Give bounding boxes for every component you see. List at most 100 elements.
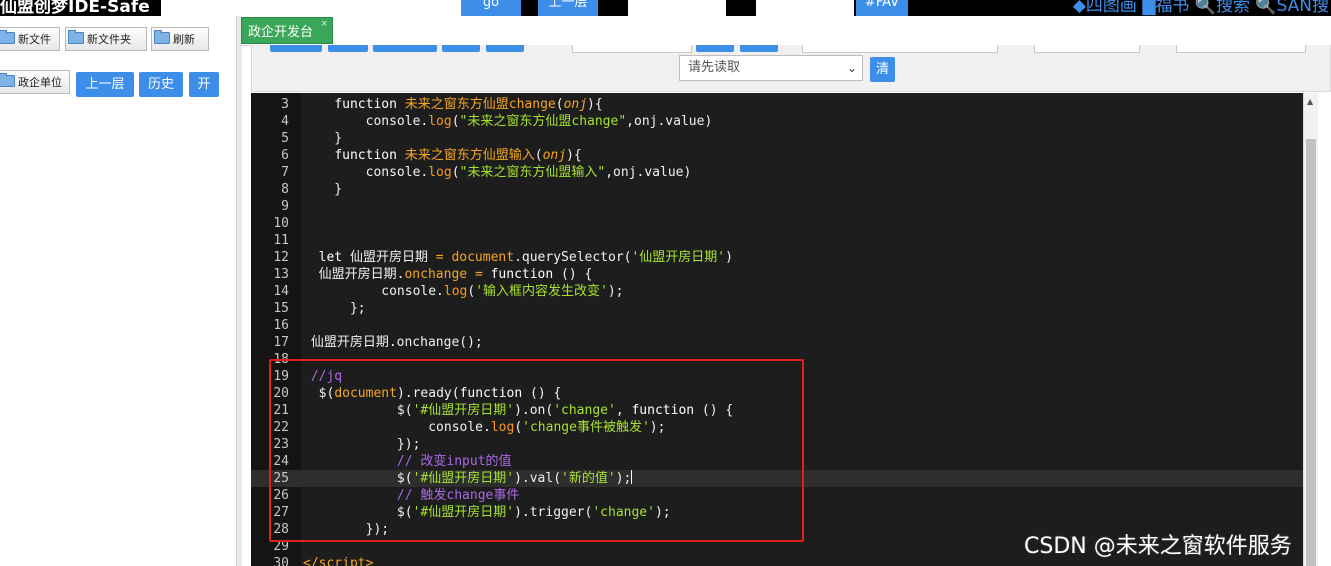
refresh-label: 刷新 <box>173 33 195 46</box>
code-line[interactable]: 11 <box>251 232 1303 249</box>
line-number: 6 <box>281 148 289 163</box>
code-text: function 未来之窗东方仙盟change(onj){ <box>334 97 603 112</box>
tab-enterprise-dev[interactable]: 政企开发台 × <box>241 17 333 44</box>
code-line[interactable]: 3 function 未来之窗东方仙盟change(onj){ <box>251 96 1303 113</box>
app-title: 仙盟创梦IDE-Safe <box>0 0 150 16</box>
line-number: 9 <box>281 199 289 214</box>
line-number: 17 <box>273 335 289 350</box>
tab-label: 政企开发台 <box>248 25 314 40</box>
code-text: console.log('输入框内容发生改变'); <box>303 284 624 299</box>
code-text: } <box>303 182 343 197</box>
up-label: 上一层 <box>548 0 588 10</box>
top-right-links[interactable]: ◆四图画 ▇福书 🔍搜索 🔍SAN搜 <box>1073 0 1329 16</box>
code-line[interactable]: 4 console.log("未来之窗东方仙盟change",onj.value… <box>251 113 1303 130</box>
top-input-3[interactable] <box>756 0 854 16</box>
open-button[interactable]: 开 <box>189 72 219 97</box>
code-line[interactable]: 17 仙盟开房日期.onchange(); <box>251 334 1303 351</box>
folder-icon <box>68 30 84 44</box>
toolbar-input-3[interactable] <box>1034 45 1140 53</box>
code-text: console.log("未来之窗东方仙盟输入",onj.value) <box>303 165 692 180</box>
folder-icon <box>0 30 15 44</box>
line-number: 12 <box>273 250 289 265</box>
top-bar: 仙盟创梦IDE-Safe go 上一层 #FAV ◆四图画 ▇福书 🔍搜索 🔍S… <box>0 0 1331 16</box>
code-line[interactable]: 6 function 未来之窗东方仙盟输入(onj){ <box>251 147 1303 164</box>
code-text: let 仙盟开房日期 = document.querySelector('仙盟开… <box>318 250 733 265</box>
code-text: } <box>303 131 343 146</box>
toolbar-button-4[interactable] <box>442 45 480 52</box>
code-line[interactable]: 7 console.log("未来之窗东方仙盟输入",onj.value) <box>251 164 1303 181</box>
toolbar-button-7[interactable] <box>740 45 778 52</box>
toolbar-button-2[interactable] <box>328 45 368 52</box>
close-icon[interactable]: × <box>320 10 328 39</box>
code-line[interactable]: 15 }; <box>251 300 1303 317</box>
line-number: 16 <box>273 318 289 333</box>
file-select-value: 请先读取 <box>688 60 741 75</box>
toolbar-button-3[interactable] <box>373 45 437 52</box>
tab-strip <box>241 16 1331 46</box>
folder-icon <box>154 30 170 44</box>
go-label: go <box>482 0 500 10</box>
line-number: 8 <box>281 182 289 197</box>
go-button[interactable]: go <box>461 0 521 16</box>
code-line[interactable]: 5 } <box>251 130 1303 147</box>
code-line[interactable]: 9 <box>251 198 1303 215</box>
toolbar-button-1[interactable] <box>270 45 322 52</box>
panel-splitter[interactable] <box>236 16 242 566</box>
line-number: 14 <box>273 284 289 299</box>
scroll-thumb[interactable] <box>1306 139 1316 566</box>
toolbar-input-4[interactable] <box>1176 45 1306 53</box>
code-text: function 未来之窗东方仙盟输入(onj){ <box>334 148 582 163</box>
history-button[interactable]: 历史 <box>139 72 183 97</box>
refresh-button[interactable]: 刷新 <box>151 27 209 51</box>
line-number: 13 <box>273 267 289 282</box>
open-label: 开 <box>197 77 211 92</box>
code-text: console.log("未来之窗东方仙盟change",onj.value) <box>303 114 713 129</box>
fav-label: #FAV <box>864 0 900 10</box>
line-number: 4 <box>281 114 289 129</box>
new-file-button[interactable]: 新文件 <box>0 27 60 51</box>
code-line[interactable]: 16 <box>251 317 1303 334</box>
line-number: 5 <box>281 131 289 146</box>
clear-label: 清 <box>875 62 889 77</box>
chevron-down-icon: ⌄ <box>846 61 857 75</box>
code-line[interactable]: 13 仙盟开房日期.onchange = function () { <box>251 266 1303 283</box>
up-level-button[interactable]: 上一层 <box>76 72 134 97</box>
toolbar-button-6[interactable] <box>696 45 734 52</box>
line-number: 7 <box>281 165 289 180</box>
new-folder-button[interactable]: 新文件夹 <box>65 27 147 51</box>
new-folder-label: 新文件夹 <box>87 33 131 46</box>
code-line[interactable]: 8 } <box>251 181 1303 198</box>
watermark: CSDN @未来之窗软件服务 <box>1024 534 1292 559</box>
toolbar-input-2[interactable] <box>802 45 998 53</box>
history-label: 历史 <box>147 77 174 92</box>
new-file-label: 新文件 <box>18 33 51 46</box>
up-level-label: 上一层 <box>85 77 125 92</box>
line-number: 15 <box>273 301 289 316</box>
fav-button[interactable]: #FAV <box>856 0 908 16</box>
line-number: 3 <box>281 97 289 112</box>
code-text: 仙盟开房日期.onchange = function () { <box>303 267 593 282</box>
scroll-up-icon[interactable]: ▲ <box>1307 97 1313 106</box>
line-number: 10 <box>273 216 289 231</box>
up-button[interactable]: 上一层 <box>538 0 598 16</box>
editor-scrollbar[interactable]: ▲ <box>1303 93 1318 566</box>
enterprise-button[interactable]: 政企单位 <box>0 70 70 94</box>
code-line[interactable]: 12 let 仙盟开房日期 = document.querySelector('… <box>251 249 1303 266</box>
line-number: 11 <box>273 233 289 248</box>
enterprise-label: 政企单位 <box>18 76 62 89</box>
code-line[interactable]: 10 <box>251 215 1303 232</box>
line-number: 30 <box>273 556 289 566</box>
file-select[interactable]: 请先读取 ⌄ <box>679 55 863 81</box>
code-text: </script> <box>303 556 374 566</box>
toolbar-button-5[interactable] <box>486 45 524 52</box>
top-input-2[interactable] <box>628 0 726 16</box>
folder-icon <box>0 73 15 87</box>
clear-button[interactable]: 清 <box>870 57 895 82</box>
toolbar-input-1[interactable] <box>572 45 692 53</box>
path-input[interactable] <box>161 0 461 16</box>
file-panel: 新文件 新文件夹 刷新 政企单位 上一层 历史 开 <box>0 16 236 566</box>
code-text: 仙盟开房日期.onchange(); <box>303 335 483 350</box>
code-line[interactable]: 14 console.log('输入框内容发生改变'); <box>251 283 1303 300</box>
annotation-highlight-box <box>269 359 804 542</box>
code-text: }; <box>303 301 366 316</box>
